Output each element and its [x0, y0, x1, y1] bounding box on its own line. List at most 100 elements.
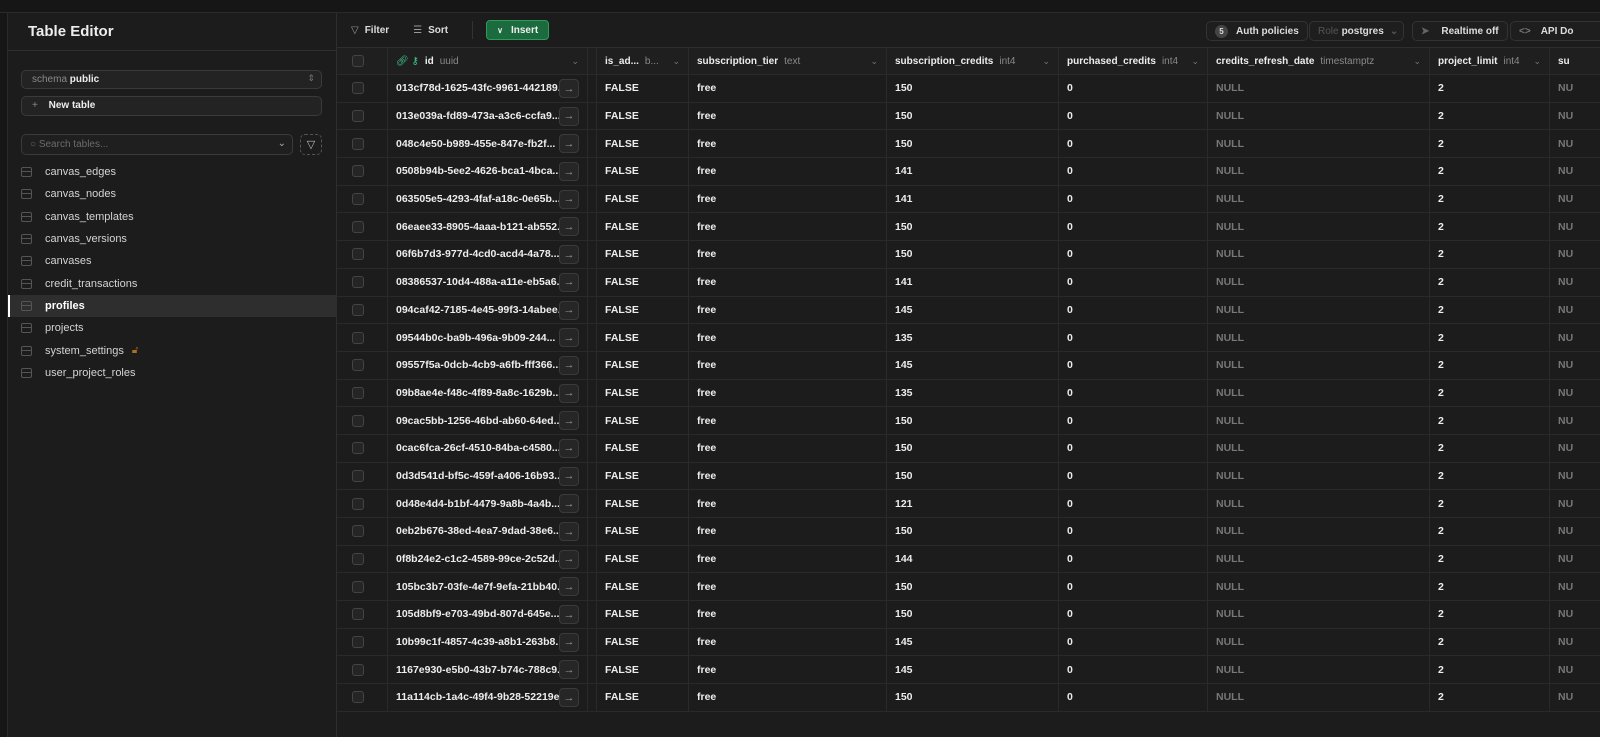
cell-subscription_credits[interactable]: 150 [887, 434, 1059, 462]
cell-subscription_credits[interactable]: 135 [887, 324, 1059, 351]
arrow-right-icon[interactable]: → [559, 217, 579, 237]
cell-su[interactable]: NU [1550, 269, 1600, 296]
cell-subscription_credits[interactable]: 150 [887, 213, 1059, 241]
cell-subscription_tier[interactable]: free [689, 75, 887, 102]
cell-credits_refresh_date[interactable]: NULL [1208, 656, 1430, 684]
sidebar-table-credit_transactions[interactable]: credit_transactions [8, 272, 336, 294]
cell-project_limit[interactable]: 2 [1430, 102, 1550, 130]
table-row[interactable]: 105d8bf9-e703-49bd-807d-645e... → FALSE fre… [337, 601, 1600, 629]
row-checkbox[interactable] [352, 608, 364, 621]
cell-credits_refresh_date[interactable]: NULL [1208, 158, 1430, 185]
cell-purchased_credits[interactable]: 0 [1059, 573, 1208, 601]
cell-subscription_tier[interactable]: free [689, 518, 887, 545]
cell-is_ad...[interactable]: FALSE [597, 185, 689, 213]
table-row[interactable]: 06f6b7d3-977d-4cd0-acd4-4a78... → FALSE fre… [337, 241, 1600, 269]
auth-policies-button[interactable]: 5 Auth policies [1206, 21, 1308, 41]
row-checkbox[interactable] [352, 497, 364, 510]
cell-subscription_tier[interactable]: free [689, 656, 887, 684]
cell-purchased_credits[interactable]: 0 [1059, 656, 1208, 684]
cell-credits_refresh_date[interactable]: NULL [1208, 490, 1430, 517]
row-checkbox[interactable] [352, 386, 364, 399]
table-row[interactable]: 09544b0c-ba9b-496a-9b09-244... → FALSE free… [337, 324, 1600, 352]
cell-id[interactable]: 105bc3b7-03fe-4e7f-9efa-21bb40... → [388, 573, 588, 601]
sidebar-table-canvas_versions[interactable]: canvas_versions [8, 228, 336, 250]
cell-id[interactable]: 09544b0c-ba9b-496a-9b09-244... → [388, 324, 588, 351]
cell-subscription_tier[interactable]: free [689, 268, 887, 296]
cell-is_ad...[interactable]: FALSE [597, 296, 689, 324]
column-header-purchased_credits[interactable]: purchased_credits int4 ⌄ [1059, 48, 1208, 74]
cell-subscription_credits[interactable]: 150 [887, 684, 1059, 711]
cell-su[interactable]: NU [1550, 546, 1600, 573]
cell-credits_refresh_date[interactable]: NULL [1208, 185, 1430, 213]
filter-button[interactable]: ▽ Filter [351, 25, 389, 36]
table-row[interactable]: 013cf78d-1625-43fc-9961-442189... → FALSE f… [337, 75, 1600, 103]
cell-purchased_credits[interactable]: 0 [1059, 379, 1208, 407]
cell-purchased_credits[interactable]: 0 [1059, 351, 1208, 379]
column-header-id[interactable]: 🔗︎ ⚷ id uuid ⌄ [388, 48, 588, 74]
cell-id[interactable]: 0d3d541d-bf5c-459f-a406-16b93... → [388, 462, 588, 490]
cell-is_ad...[interactable]: FALSE [597, 213, 689, 241]
sidebar-table-canvas_nodes[interactable]: canvas_nodes [8, 183, 336, 205]
cell-id[interactable]: 105d8bf9-e703-49bd-807d-645e... → [388, 601, 588, 628]
cell-is_ad...[interactable]: FALSE [597, 379, 689, 407]
cell-credits_refresh_date[interactable]: NULL [1208, 601, 1430, 628]
row-checkbox[interactable] [352, 165, 364, 178]
cell-su[interactable]: NU [1550, 518, 1600, 545]
column-header-su[interactable]: su [1550, 48, 1600, 74]
chevron-down-icon[interactable]: ⌄ [1533, 56, 1541, 67]
sidebar-table-canvases[interactable]: canvases [8, 250, 336, 272]
row-checkbox[interactable] [352, 82, 364, 95]
sidebar-table-user_project_roles[interactable]: user_project_roles [8, 362, 336, 384]
cell-su[interactable]: NU [1550, 158, 1600, 185]
table-row[interactable]: 09b8ae4e-f48c-4f89-8a8c-1629b... → FALSE fr… [337, 379, 1600, 408]
cell-subscription_tier[interactable]: free [689, 462, 887, 490]
cell-subscription_credits[interactable]: 150 [887, 518, 1059, 545]
insert-button[interactable]: ∨ Insert [486, 20, 550, 40]
cell-is_ad...[interactable]: FALSE [597, 158, 689, 185]
row-checkbox[interactable] [352, 580, 364, 593]
cell-id[interactable]: 0508b94b-5ee2-4626-bca1-4bca... → [388, 158, 588, 185]
cell-credits_refresh_date[interactable]: NULL [1208, 351, 1430, 379]
arrow-right-icon[interactable]: → [559, 494, 579, 514]
cell-subscription_credits[interactable]: 150 [887, 130, 1059, 158]
schema-selector[interactable]: schema public ⇕ [21, 70, 322, 89]
cell-id[interactable]: 09cac5bb-1256-46bd-ab60-64ed... → [388, 407, 588, 434]
cell-subscription_credits[interactable]: 144 [887, 545, 1059, 573]
cell-purchased_credits[interactable]: 0 [1059, 628, 1208, 656]
cell-is_ad...[interactable]: FALSE [597, 434, 689, 462]
cell-purchased_credits[interactable]: 0 [1059, 684, 1208, 711]
cell-su[interactable]: NU [1550, 463, 1600, 490]
cell-credits_refresh_date[interactable]: NULL [1208, 75, 1430, 102]
cell-project_limit[interactable]: 2 [1430, 268, 1550, 296]
table-row[interactable]: 063505e5-4293-4faf-a18c-0e65b... → FALSE fr… [337, 185, 1600, 214]
arrow-right-icon[interactable]: → [559, 189, 579, 209]
cell-project_limit[interactable]: 2 [1430, 518, 1550, 545]
arrow-right-icon[interactable]: → [559, 577, 579, 597]
row-checkbox[interactable] [352, 469, 364, 482]
cell-is_ad...[interactable]: FALSE [597, 351, 689, 379]
cell-su[interactable]: NU [1550, 573, 1600, 600]
cell-purchased_credits[interactable]: 0 [1059, 130, 1208, 158]
cell-subscription_tier[interactable]: free [689, 573, 887, 601]
cell-credits_refresh_date[interactable]: NULL [1208, 324, 1430, 351]
cell-purchased_credits[interactable]: 0 [1059, 158, 1208, 185]
cell-subscription_tier[interactable]: free [689, 324, 887, 351]
cell-subscription_tier[interactable]: free [689, 545, 887, 573]
cell-is_ad...[interactable]: FALSE [597, 545, 689, 573]
arrow-right-icon[interactable]: → [559, 438, 579, 458]
cell-subscription_credits[interactable]: 150 [887, 241, 1059, 268]
column-header-is_ad...[interactable]: is_ad... b... ⌄ [597, 48, 689, 74]
cell-purchased_credits[interactable]: 0 [1059, 75, 1208, 102]
arrow-right-icon[interactable]: → [559, 522, 579, 541]
cell-project_limit[interactable]: 2 [1430, 130, 1550, 158]
cell-subscription_tier[interactable]: free [689, 241, 887, 268]
arrow-right-icon[interactable]: → [559, 605, 579, 625]
cell-id[interactable]: 0cac6fca-26cf-4510-84ba-c4580... → [388, 434, 588, 462]
cell-credits_refresh_date[interactable]: NULL [1208, 379, 1430, 407]
cell-is_ad...[interactable]: FALSE [597, 573, 689, 601]
arrow-right-icon[interactable]: → [559, 106, 579, 126]
arrow-right-icon[interactable]: → [559, 162, 579, 182]
cell-id[interactable]: 11a114cb-1a4c-49f4-9b28-52219ec... → [388, 684, 588, 711]
cell-su[interactable]: NU [1550, 103, 1600, 130]
cell-su[interactable]: NU [1550, 656, 1600, 683]
